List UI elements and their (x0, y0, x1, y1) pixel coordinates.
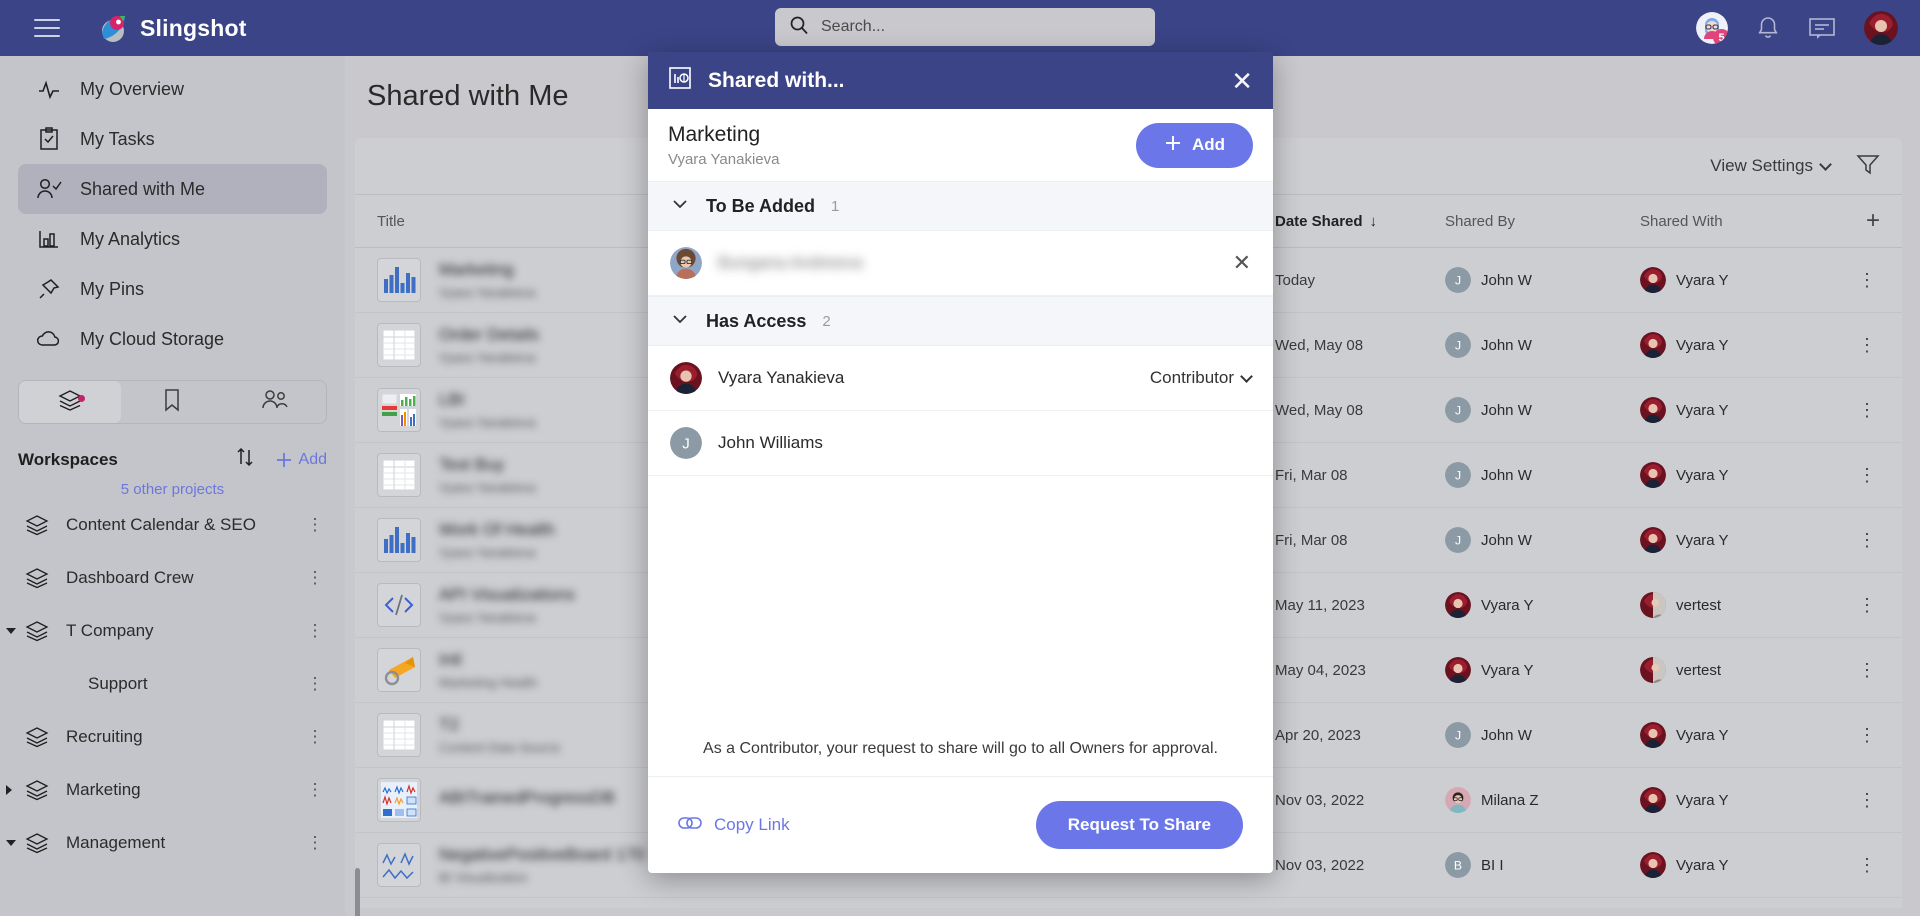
request-to-share-button[interactable]: Request To Share (1035, 801, 1243, 849)
chevron-down-icon[interactable] (670, 194, 690, 219)
share-group-label: To Be Added (706, 195, 815, 216)
modal-body: To Be Added 1 Bungana Andreeva ✕ Has Acc… (648, 181, 1273, 722)
share-person-row[interactable]: Bungana Andreeva ✕ (648, 231, 1273, 296)
plus-icon (1164, 134, 1182, 157)
close-icon[interactable]: ✕ (1231, 68, 1253, 94)
dashboard-icon (668, 66, 692, 95)
app-root: Slingshot 5 (0, 0, 1920, 916)
modal-footer: Copy Link Request To Share (648, 777, 1273, 873)
share-group-count: 1 (831, 197, 840, 215)
modal-subject-text: Marketing Vyara Yanakieva (668, 123, 1136, 168)
person-name: John Williams (718, 433, 823, 452)
permission-note: As a Contributor, your request to share … (648, 722, 1273, 777)
copy-link-label: Copy Link (714, 815, 790, 834)
svg-text:J: J (682, 436, 690, 453)
share-person-row[interactable]: Vyara Yanakieva Contributor (648, 346, 1273, 411)
person-avatar (670, 247, 702, 279)
modal-item-owner: Vyara Yanakieva (668, 150, 780, 168)
add-button-label: Add (1191, 135, 1225, 154)
person-name: Vyara Yanakieva (718, 368, 845, 387)
chevron-down-icon[interactable] (670, 309, 690, 334)
share-modal: Shared with... ✕ Marketing Vyara Yanakie… (648, 52, 1273, 873)
person-avatar: J (670, 427, 702, 459)
share-groups: To Be Added 1 Bungana Andreeva ✕ Has Acc… (648, 181, 1273, 476)
person-role-dropdown[interactable]: Contributor (1149, 368, 1253, 388)
share-group-header[interactable]: To Be Added 1 (648, 181, 1273, 231)
share-group-header[interactable]: Has Access 2 (648, 296, 1273, 346)
person-role-label: Contributor (1149, 368, 1234, 387)
modal-header: Shared with... ✕ (648, 52, 1273, 109)
share-group-label: Has Access (706, 310, 807, 331)
modal-subject: Marketing Vyara Yanakieva Add (648, 109, 1273, 181)
add-button[interactable]: Add (1135, 122, 1253, 168)
modal-overlay: Shared with... ✕ Marketing Vyara Yanakie… (0, 0, 1920, 916)
remove-person-icon[interactable]: ✕ (1233, 252, 1251, 274)
share-person-row[interactable]: J John Williams (648, 411, 1273, 476)
modal-title: Shared with... (708, 68, 845, 92)
copy-link-button[interactable]: Copy Link (678, 815, 1036, 836)
modal-item-name: Marketing (668, 122, 761, 146)
person-avatar (670, 362, 702, 394)
link-icon (678, 815, 702, 836)
share-group-count: 2 (822, 312, 831, 330)
person-name: Bungana Andreeva (718, 253, 863, 272)
